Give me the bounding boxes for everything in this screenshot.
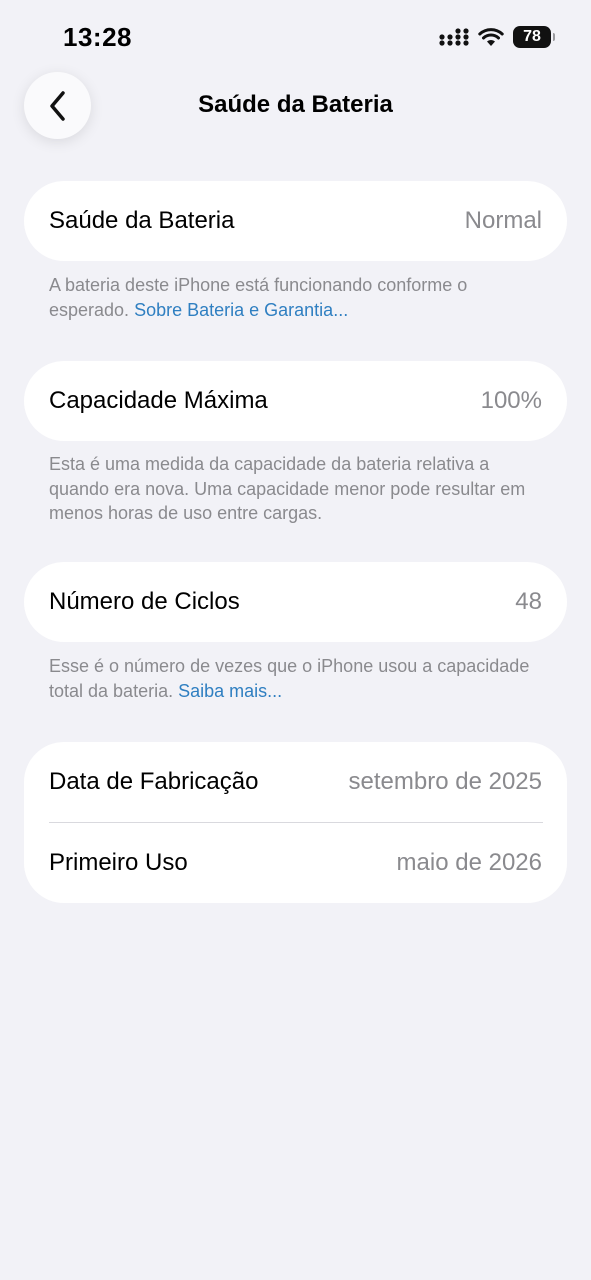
wifi-icon [478, 28, 504, 46]
status-icons: 78 [439, 26, 555, 48]
battery-health-value: Normal [464, 207, 542, 234]
status-bar: 13:28 78 [0, 0, 591, 80]
battery-health-card: Saúde da Bateria Normal [24, 181, 567, 261]
max-capacity-card: Capacidade Máxima 100% [24, 361, 567, 441]
battery-icon: 78 [513, 26, 555, 48]
max-capacity-label: Capacidade Máxima [49, 387, 268, 414]
battery-health-footnote: A bateria deste iPhone está funcionando … [49, 273, 549, 322]
battery-level: 78 [523, 28, 541, 45]
max-capacity-value: 100% [480, 387, 542, 414]
navigation-bar: Saúde da Bateria [0, 70, 591, 140]
first-use-value: maio de 2026 [396, 849, 542, 876]
max-capacity-row: Capacidade Máxima 100% [24, 361, 567, 441]
page-title: Saúde da Bateria [198, 91, 393, 118]
first-use-row: Primeiro Uso maio de 2026 [24, 823, 567, 903]
first-use-label: Primeiro Uso [49, 849, 188, 876]
battery-health-label: Saúde da Bateria [49, 207, 235, 234]
learn-more-link[interactable]: Saiba mais... [178, 681, 282, 701]
status-time: 13:28 [63, 22, 132, 52]
manufacture-date-label: Data de Fabricação [49, 768, 259, 795]
cycle-count-card: Número de Ciclos 48 [24, 562, 567, 642]
manufacture-date-row: Data de Fabricação setembro de 2025 [24, 742, 567, 822]
max-capacity-footnote-text: Esta é uma medida da capacidade da bater… [49, 454, 526, 523]
battery-warranty-link[interactable]: Sobre Bateria e Garantia... [134, 300, 348, 320]
dates-card: Data de Fabricação setembro de 2025 Prim… [24, 742, 567, 903]
cycle-count-value: 48 [515, 588, 542, 615]
max-capacity-footnote: Esta é uma medida da capacidade da bater… [49, 452, 549, 526]
cycle-count-footnote-text: Esse é o número de vezes que o iPhone us… [49, 656, 530, 701]
cycle-count-row: Número de Ciclos 48 [24, 562, 567, 642]
cellular-signal-icon [439, 28, 469, 46]
manufacture-date-value: setembro de 2025 [348, 768, 542, 795]
battery-health-row: Saúde da Bateria Normal [24, 181, 567, 261]
cycle-count-label: Número de Ciclos [49, 588, 240, 615]
cycle-count-footnote: Esse é o número de vezes que o iPhone us… [49, 654, 549, 703]
